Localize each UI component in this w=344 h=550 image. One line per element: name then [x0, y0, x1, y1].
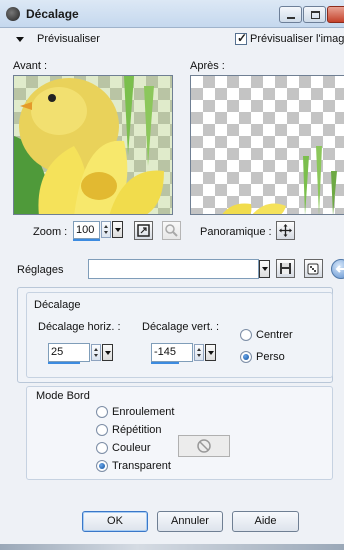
maximize-button[interactable] — [303, 6, 326, 23]
vert-offset-label: Décalage vert. : — [142, 321, 220, 333]
repeat-label: Répétition — [112, 424, 162, 436]
edge-mode-group-label: Mode Bord — [34, 390, 92, 402]
collapse-arrow-icon[interactable] — [16, 37, 24, 42]
horiz-offset-value: 25 — [51, 346, 64, 358]
custom-label: Perso — [256, 351, 285, 363]
offset-group-label: Décalage — [32, 299, 83, 311]
horiz-offset-label: Décalage horiz. : — [38, 321, 121, 333]
settings-input[interactable] — [88, 259, 259, 279]
close-button[interactable] — [327, 6, 344, 23]
horiz-offset-input[interactable]: 25 — [48, 343, 90, 362]
fit-to-window-icon — [137, 224, 150, 237]
vert-offset-value: -145 — [154, 346, 177, 358]
vert-offset-input[interactable]: -145 — [151, 343, 193, 362]
preview-image-label: Prévisualiser l'image — [250, 33, 344, 45]
random-preset-button[interactable] — [304, 259, 323, 278]
settings-label: Réglages — [17, 264, 64, 276]
color-label: Couleur — [112, 442, 151, 454]
vert-offset-dropdown[interactable] — [205, 344, 216, 361]
floppy-disk-icon — [280, 263, 291, 274]
center-radio[interactable] — [240, 329, 252, 341]
after-preview-image — [222, 146, 337, 214]
wrap-radio[interactable] — [96, 406, 108, 418]
repeat-radio[interactable] — [96, 424, 108, 436]
before-preview-image — [14, 76, 172, 214]
reset-button[interactable] — [331, 259, 344, 279]
title-bar: Décalage — [0, 0, 344, 28]
horiz-offset-dropdown[interactable] — [102, 344, 113, 361]
magnifier-icon — [165, 224, 178, 237]
window-title: Décalage — [26, 7, 79, 21]
pan-label: Panoramique : — [200, 226, 272, 238]
zoom-slider[interactable] — [73, 239, 100, 241]
horiz-offset-slider[interactable] — [48, 362, 80, 364]
horiz-offset-spinner[interactable] — [91, 344, 101, 361]
after-label: Après : — [190, 60, 225, 72]
reset-arrow-icon — [335, 265, 344, 273]
ok-button[interactable]: OK — [82, 511, 148, 532]
settings-dropdown[interactable] — [259, 260, 270, 278]
wrap-label: Enroulement — [112, 406, 175, 418]
app-icon — [6, 7, 20, 21]
zoom-dropdown[interactable] — [112, 221, 123, 238]
maximize-icon — [311, 11, 320, 19]
zoom-value: 100 — [76, 224, 95, 236]
zoom-tool-button[interactable] — [162, 221, 181, 240]
zoom-spinner[interactable] — [101, 221, 111, 238]
color-radio[interactable] — [96, 442, 108, 454]
zoom-label: Zoom : — [33, 226, 68, 238]
vert-offset-spinner[interactable] — [194, 344, 204, 361]
after-preview[interactable] — [190, 75, 344, 215]
preview-image-checkbox[interactable]: ✓ — [235, 31, 248, 45]
taskbar-edge — [0, 544, 344, 550]
before-preview[interactable] — [13, 75, 173, 215]
zoom-input[interactable]: 100 — [73, 221, 100, 239]
no-color-icon — [197, 439, 211, 453]
zoom-fit-button[interactable] — [134, 221, 153, 240]
transparent-radio[interactable] — [96, 460, 108, 472]
save-preset-button[interactable] — [276, 259, 295, 278]
transparent-label: Transparent — [112, 460, 171, 472]
dice-icon — [307, 263, 319, 275]
preview-toggle-label[interactable]: Prévisualiser — [37, 33, 100, 45]
move-icon — [279, 224, 292, 237]
minimize-button[interactable] — [279, 6, 302, 23]
center-label: Centrer — [256, 329, 293, 341]
vert-offset-slider[interactable] — [151, 362, 179, 364]
before-label: Avant : — [13, 60, 48, 72]
pan-button[interactable] — [276, 221, 295, 240]
minimize-icon — [287, 17, 295, 19]
custom-radio[interactable] — [240, 351, 252, 363]
cancel-button[interactable]: Annuler — [157, 511, 223, 532]
help-button[interactable]: Aide — [232, 511, 299, 532]
color-swatch[interactable] — [178, 435, 230, 457]
check-icon: ✓ — [237, 31, 248, 45]
